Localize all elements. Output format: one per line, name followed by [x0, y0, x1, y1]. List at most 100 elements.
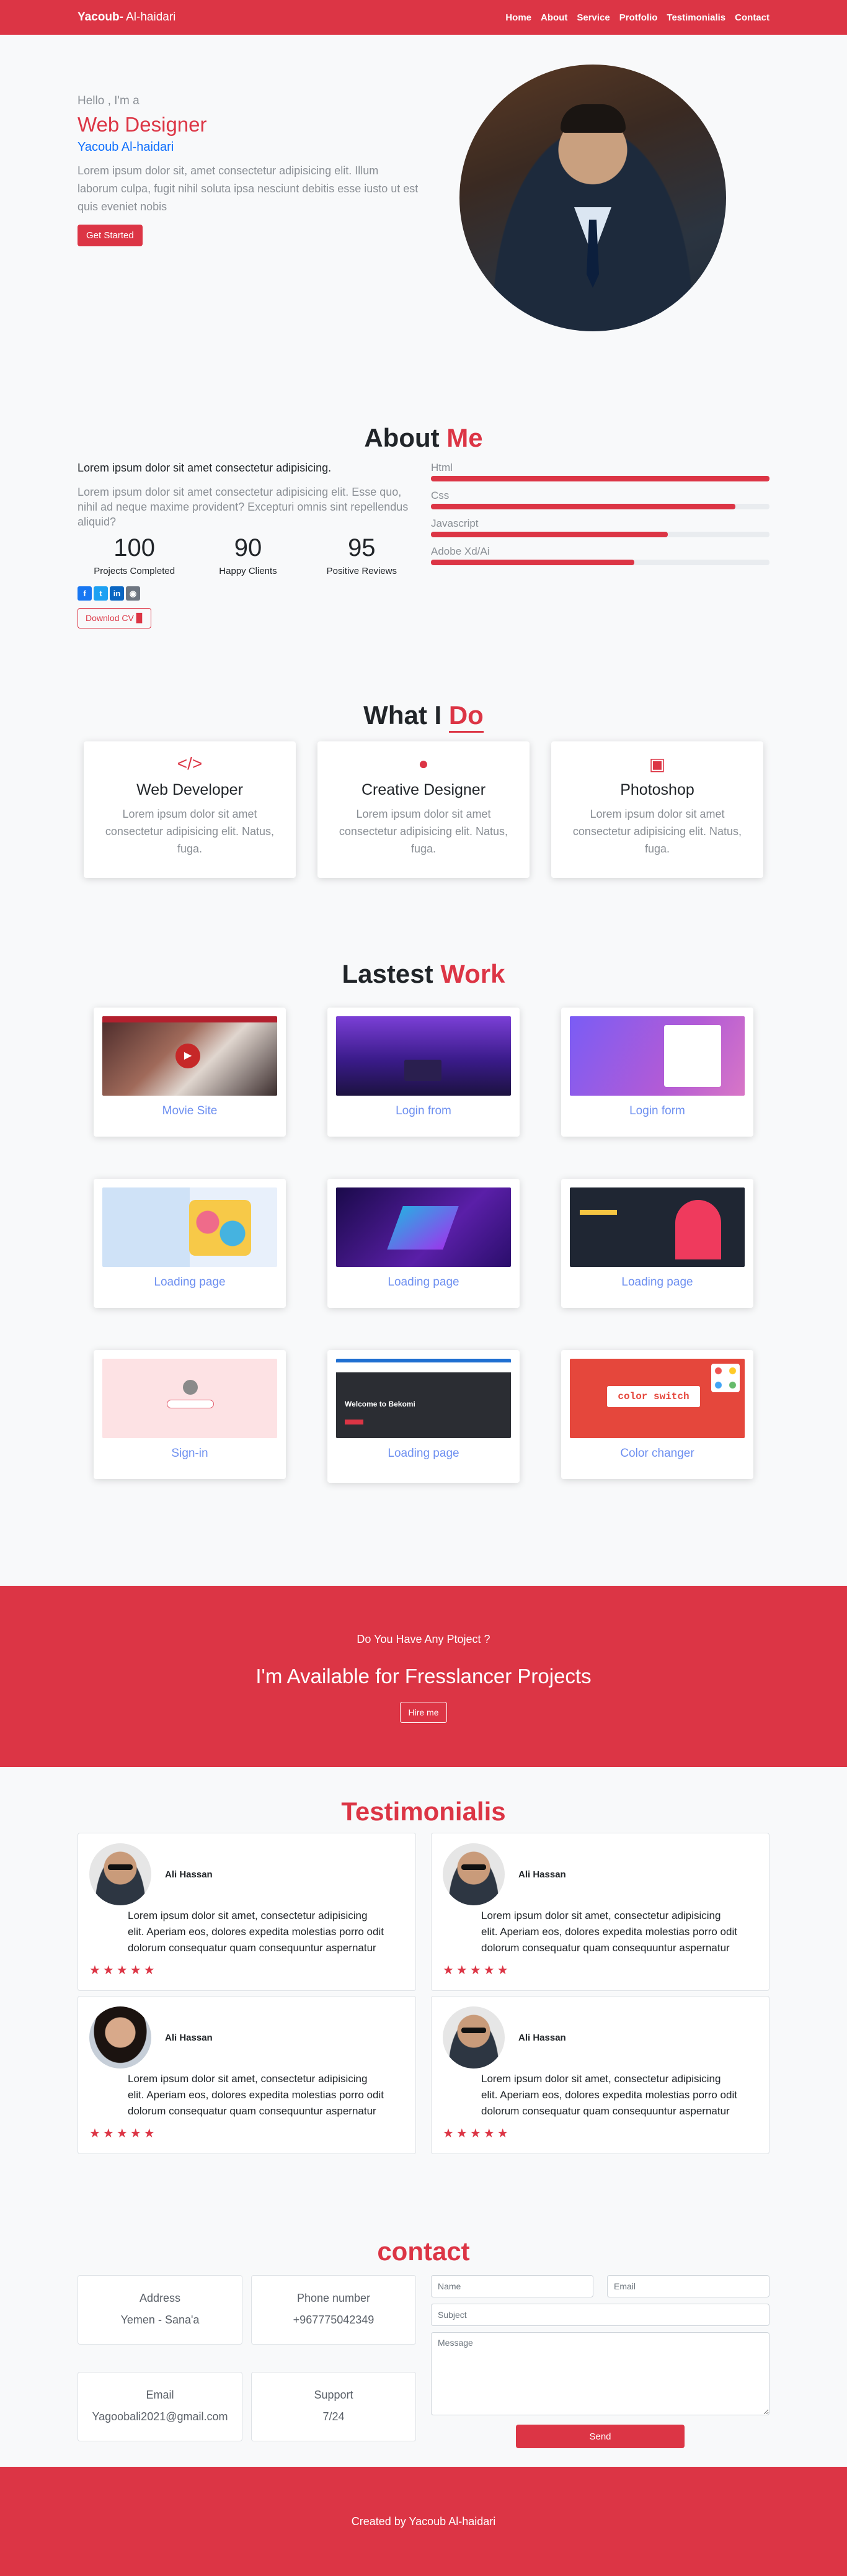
portfolio-thumbnail — [570, 1187, 745, 1267]
nav-link-home[interactable]: Home — [505, 12, 531, 23]
skill-bar — [431, 532, 668, 537]
service-title: Photoshop — [620, 781, 694, 798]
avatar — [89, 2006, 151, 2068]
twitter-icon[interactable]: t — [94, 586, 108, 601]
stats: 100 Projects Completed 90 Happy Clients … — [78, 534, 419, 576]
portfolio-thumbnail: Welcome to Bekomi — [336, 1359, 511, 1438]
stat-number: 100 — [113, 534, 156, 561]
portfolio-thumbnail — [336, 1016, 511, 1096]
stat-label: Positive Reviews — [326, 566, 397, 576]
stat-label: Happy Clients — [219, 566, 277, 576]
download-cv-button[interactable]: Downlod CV ▉ — [78, 608, 151, 628]
portfolio-thumbnail — [102, 1359, 277, 1438]
info-label: Support — [314, 2388, 353, 2401]
images-icon: ▣ — [649, 754, 666, 774]
portfolio-title-text: Login form — [629, 1104, 685, 1117]
portfolio-title-text: Sign-in — [171, 1447, 208, 1460]
testimonials-section: Testimonialis Ali Hassan Lorem ipsum dol… — [0, 1767, 847, 2188]
facebook-icon[interactable]: f — [78, 586, 92, 601]
portfolio-card[interactable]: Login form — [561, 1008, 753, 1137]
navbar: Yacoub- Al-haidari Home About Service Pr… — [0, 0, 847, 35]
testimonial-card: Ali Hassan Lorem ipsum dolor sit amet, c… — [78, 1996, 416, 2154]
info-value: 7/24 — [322, 2410, 345, 2423]
testimonial-text: Lorem ipsum dolor sit amet, consectetur … — [481, 2073, 737, 2117]
skill-css: Css — [431, 490, 769, 509]
portfolio-card[interactable]: Loading page — [94, 1179, 286, 1308]
email-field[interactable] — [607, 2275, 769, 2297]
avatar — [443, 1843, 505, 1905]
skill-bar — [431, 560, 634, 565]
portfolio-title-text: Login from — [396, 1104, 451, 1117]
file-pdf-icon: ▉ — [136, 613, 143, 623]
play-icon: ▶ — [175, 1044, 200, 1068]
stat-clients: 90 Happy Clients — [191, 534, 304, 576]
hero-section: Hello , I'm a Web Designer Yacoub Al-hai… — [0, 35, 847, 373]
hero-greeting: Hello , I'm a — [78, 94, 140, 107]
info-value: +967775042349 — [293, 2314, 375, 2326]
brand-logo[interactable]: Yacoub- Al-haidari — [78, 11, 175, 24]
portfolio-card[interactable]: ▶ Movie Site — [94, 1008, 286, 1137]
nav-link-testimonials[interactable]: Testimonialis — [667, 12, 725, 23]
nav-link-portfolio[interactable]: Protfolio — [619, 12, 658, 23]
stat-projects: 100 Projects Completed — [78, 534, 191, 576]
contact-title: contact — [377, 2237, 470, 2266]
service-card: </> Web Developer Lorem ipsum dolor sit … — [84, 741, 296, 878]
profile-photo — [459, 65, 726, 331]
testimonial-name: Ali Hassan — [518, 1869, 566, 1880]
service-title: Web Developer — [136, 781, 243, 798]
skills-list: Html Css Javascript Adobe Xd/Ai — [431, 462, 769, 628]
portfolio-thumbnail — [570, 1016, 745, 1096]
portfolio-title-text: Movie Site — [162, 1104, 218, 1117]
service-text: Lorem ipsum dolor sit amet consectetur a… — [105, 808, 275, 855]
avatar — [443, 2006, 505, 2068]
testimonial-name: Ali Hassan — [518, 2032, 566, 2043]
footer: Created by Yacoub Al-haidari — [0, 2467, 847, 2576]
avatar — [89, 1843, 151, 1905]
nav-links: Home About Service Protfolio Testimonial… — [505, 12, 769, 23]
github-icon[interactable]: ◉ — [126, 586, 140, 601]
subject-field[interactable] — [431, 2304, 769, 2326]
about-text: Lorem ipsum dolor sit amet consectetur a… — [78, 486, 409, 528]
nav-link-service[interactable]: Service — [577, 12, 610, 23]
get-started-button[interactable]: Get Started — [78, 225, 143, 246]
message-field[interactable] — [431, 2332, 769, 2415]
service-card: ● Creative Designer Lorem ipsum dolor si… — [317, 741, 530, 878]
name-field[interactable] — [431, 2275, 593, 2297]
info-value: Yemen - Sana'a — [120, 2314, 200, 2326]
service-card: ▣ Photoshop Lorem ipsum dolor sit amet c… — [551, 741, 763, 878]
services-section: What I Do </> Web Developer Lorem ipsum … — [0, 676, 847, 928]
send-button[interactable]: Send — [516, 2425, 685, 2448]
testimonial-text: Lorem ipsum dolor sit amet, consectetur … — [128, 2073, 384, 2117]
skill-bar — [431, 504, 736, 509]
info-label: Address — [139, 2292, 181, 2304]
stat-number: 95 — [348, 534, 376, 561]
portfolio-section: Lastest Work ▶ Movie Site Login from Log… — [0, 928, 847, 1586]
skill-name: Adobe Xd/Ai — [431, 545, 490, 557]
contact-info-address: Address Yemen - Sana'a — [78, 2275, 242, 2345]
bekomi-heading: Welcome to Bekomi — [345, 1400, 415, 1408]
linkedin-icon[interactable]: in — [110, 586, 124, 601]
portfolio-card[interactable]: Welcome to Bekomi Loading page — [327, 1350, 520, 1483]
portfolio-card[interactable]: color switch Color changer — [561, 1350, 753, 1479]
stat-number: 90 — [234, 534, 262, 561]
portfolio-card[interactable]: Login from — [327, 1008, 520, 1137]
nav-link-about[interactable]: About — [541, 12, 567, 23]
stat-label: Projects Completed — [94, 566, 175, 576]
hero-name: Yacoub Al-haidari — [78, 140, 174, 154]
portfolio-card[interactable]: Loading page — [327, 1179, 520, 1308]
testimonial-text: Lorem ipsum dolor sit amet, consectetur … — [128, 1910, 384, 1954]
portfolio-card[interactable]: Sign-in — [94, 1350, 286, 1479]
contact-info-support: Support 7/24 — [251, 2371, 416, 2441]
skill-name: Html — [431, 462, 453, 473]
nav-link-contact[interactable]: Contact — [735, 12, 769, 23]
hero-description: Lorem ipsum dolor sit, amet consectetur … — [78, 164, 419, 213]
hire-me-button[interactable]: Hire me — [400, 1702, 447, 1723]
portfolio-card[interactable]: Loading page — [561, 1179, 753, 1308]
service-text: Lorem ipsum dolor sit amet consectetur a… — [572, 808, 742, 855]
skill-name: Css — [431, 490, 450, 501]
info-label: Email — [146, 2388, 174, 2401]
hero-intro: Hello , I'm a Web Designer Yacoub Al-hai… — [78, 65, 419, 246]
color-switch-label: color switch — [607, 1386, 700, 1407]
portfolio-thumbnail — [336, 1187, 511, 1267]
star-rating: ★★★★★ — [89, 2127, 157, 2140]
